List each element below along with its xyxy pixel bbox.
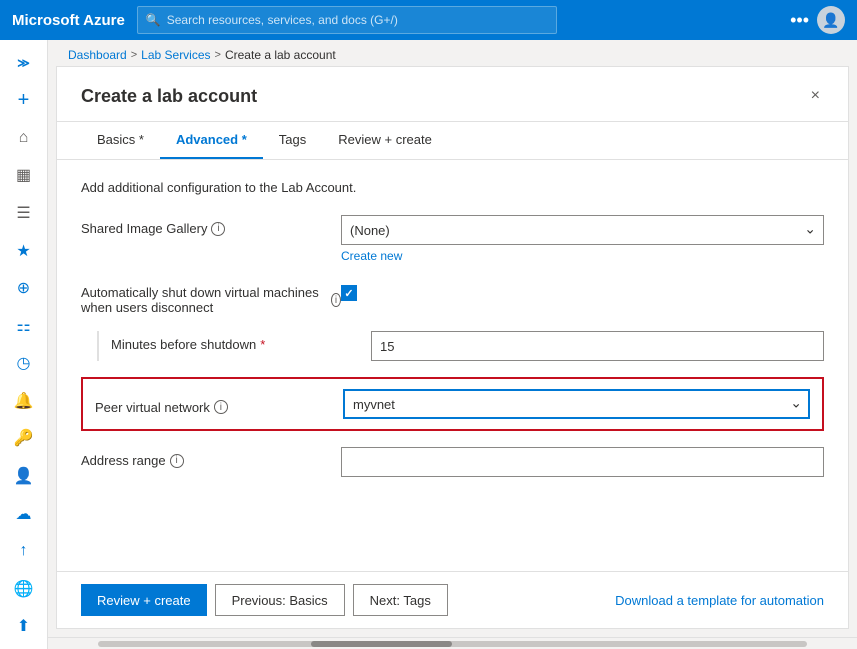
peer-vnet-select[interactable]: myvnet [343, 389, 810, 419]
peer-vnet-text: Peer virtual network [95, 400, 210, 415]
breadcrumb-dashboard[interactable]: Dashboard [68, 48, 127, 62]
next-button[interactable]: Next: Tags [353, 584, 448, 616]
sidebar-item-cloud[interactable]: ☁ [0, 495, 48, 533]
peer-vnet-control: myvnet [343, 389, 810, 419]
more-options-icon[interactable]: ••• [790, 10, 809, 31]
bottom-scrollbar[interactable] [48, 637, 857, 649]
auto-shutdown-control [341, 279, 824, 301]
avatar[interactable]: 👤 [817, 6, 845, 34]
breadcrumb-sep-2: > [215, 49, 221, 61]
search-placeholder: Search resources, services, and docs (G+… [167, 13, 398, 27]
topbar-right: ••• 👤 [790, 6, 845, 34]
breadcrumb-labservices[interactable]: Lab Services [141, 48, 210, 62]
search-icon: 🔍 [146, 13, 161, 27]
sidebar-item-deploy[interactable]: ⬆ [0, 607, 48, 645]
address-range-label: Address range i [81, 447, 341, 468]
tabs: Basics * Advanced * Tags Review + create [57, 122, 848, 160]
auto-shutdown-text: Automatically shut down virtual machines… [81, 285, 327, 315]
close-button[interactable]: × [807, 83, 824, 109]
address-range-input[interactable] [341, 447, 824, 477]
tab-tags[interactable]: Tags [263, 122, 322, 159]
minutes-shutdown-input[interactable] [371, 331, 824, 361]
sidebar: ≫ + ⌂ ▦ ☰ ★ ⊕ ⚏ ◷ 🔔 🔑 👤 ☁ ↑ 🌐 ⬆ [0, 40, 48, 649]
shared-image-gallery-control: (None) Create new [341, 215, 824, 263]
scroll-thumb [311, 641, 453, 647]
auto-shutdown-label: Automatically shut down virtual machines… [81, 279, 341, 315]
create-lab-panel: Create a lab account × Basics * Advanced… [56, 66, 849, 629]
create-new-link[interactable]: Create new [341, 249, 824, 263]
peer-vnet-row: Peer virtual network i myvnet [95, 389, 810, 419]
download-template-button[interactable]: Download a template for automation [615, 593, 824, 608]
auto-shutdown-checkbox-label [341, 279, 824, 301]
main-layout: ≫ + ⌂ ▦ ☰ ★ ⊕ ⚏ ◷ 🔔 🔑 👤 ☁ ↑ 🌐 ⬆ Dashboar… [0, 40, 857, 649]
scroll-track [98, 641, 807, 647]
sidebar-item-recent[interactable]: ⊕ [0, 269, 48, 307]
sidebar-item-allservices[interactable]: ⚏ [0, 307, 48, 345]
address-range-info-icon[interactable]: i [170, 454, 184, 468]
minutes-shutdown-label: Minutes before shutdown * [111, 331, 371, 352]
panel-title: Create a lab account [81, 86, 257, 107]
tab-advanced[interactable]: Advanced * [160, 122, 263, 159]
breadcrumb-sep-1: > [131, 49, 137, 61]
panel-header: Create a lab account × [57, 67, 848, 122]
sidebar-item-menu[interactable]: ☰ [0, 194, 48, 232]
shared-image-gallery-row: Shared Image Gallery i (None) Create new [81, 215, 824, 263]
form-body: Add additional configuration to the Lab … [57, 160, 848, 571]
minutes-shutdown-text: Minutes before shutdown [111, 337, 256, 352]
shared-image-gallery-label: Shared Image Gallery i [81, 215, 341, 236]
sidebar-add[interactable]: + [0, 82, 48, 120]
sidebar-item-key[interactable]: 🔑 [0, 420, 48, 458]
shared-image-gallery-select-wrapper: (None) [341, 215, 824, 245]
address-range-control [341, 447, 824, 477]
tab-review[interactable]: Review + create [322, 122, 448, 159]
peer-vnet-info-icon[interactable]: i [214, 400, 228, 414]
form-description: Add additional configuration to the Lab … [81, 180, 824, 195]
sidebar-item-user[interactable]: 👤 [0, 457, 48, 495]
azure-logo: Microsoft Azure [12, 12, 125, 29]
sidebar-item-home[interactable]: ⌂ [0, 119, 48, 157]
review-create-button[interactable]: Review + create [81, 584, 207, 616]
previous-button[interactable]: Previous: Basics [215, 584, 345, 616]
panel-footer: Review + create Previous: Basics Next: T… [57, 571, 848, 628]
topbar: Microsoft Azure 🔍 Search resources, serv… [0, 0, 857, 40]
breadcrumb: Dashboard > Lab Services > Create a lab … [48, 40, 857, 66]
content-area: Dashboard > Lab Services > Create a lab … [48, 40, 857, 649]
peer-vnet-label: Peer virtual network i [95, 394, 343, 415]
auto-shutdown-info-icon[interactable]: i [331, 293, 341, 307]
breadcrumb-current: Create a lab account [225, 48, 336, 62]
sidebar-item-globe[interactable]: 🌐 [0, 570, 48, 608]
search-bar[interactable]: 🔍 Search resources, services, and docs (… [137, 6, 557, 34]
sidebar-item-upload[interactable]: ↑ [0, 532, 48, 570]
minutes-shutdown-row: Minutes before shutdown * [97, 331, 824, 361]
required-star: * [260, 337, 265, 352]
address-range-text: Address range [81, 453, 166, 468]
peer-vnet-select-wrapper: myvnet [343, 389, 810, 419]
peer-vnet-section: Peer virtual network i myvnet [81, 377, 824, 431]
auto-shutdown-row: Automatically shut down virtual machines… [81, 279, 824, 315]
shared-image-gallery-info-icon[interactable]: i [211, 222, 225, 236]
sidebar-item-bell[interactable]: 🔔 [0, 382, 48, 420]
tab-basics[interactable]: Basics * [81, 122, 160, 159]
sidebar-item-clock[interactable]: ◷ [0, 345, 48, 383]
sidebar-item-favorites[interactable]: ★ [0, 232, 48, 270]
sidebar-expand[interactable]: ≫ [0, 44, 48, 82]
auto-shutdown-checkbox[interactable] [341, 285, 357, 301]
address-range-row: Address range i [81, 447, 824, 477]
sidebar-item-dashboard[interactable]: ▦ [0, 157, 48, 195]
shared-image-gallery-select[interactable]: (None) [341, 215, 824, 245]
shared-image-gallery-text: Shared Image Gallery [81, 221, 207, 236]
minutes-shutdown-control [371, 331, 824, 361]
